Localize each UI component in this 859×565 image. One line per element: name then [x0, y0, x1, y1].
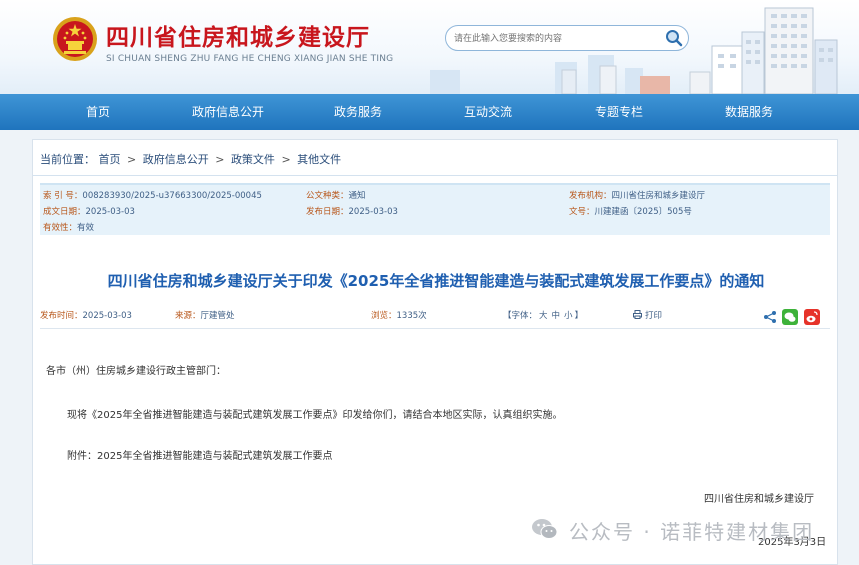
document-metadata: 索 引 号：008283930/2025-u37663300/2025-0004…	[40, 183, 830, 235]
meta-index: 索 引 号：008283930/2025-u37663300/2025-0004…	[43, 189, 262, 201]
publish-time-value: 2025-03-03	[82, 311, 132, 321]
meta-docno: 文号：川建建函〔2025〕505号	[569, 205, 692, 217]
publish-time-label: 发布时间：	[40, 311, 83, 321]
meta-published-value: 2025-03-03	[348, 207, 398, 217]
main-nav: 首页 政府信息公开 政务服务 互动交流 专题专栏 数据服务	[0, 94, 859, 130]
breadcrumb-label: 当前位置：	[40, 153, 95, 166]
source-value: 厅建管处	[200, 311, 235, 321]
font-size-controls: 【字体：大中小】	[503, 309, 583, 321]
weibo-share-icon[interactable]	[804, 309, 820, 325]
meta-index-value: 008283930/2025-u37663300/2025-00045	[82, 191, 262, 201]
font-size-small-button[interactable]: 小	[564, 311, 573, 321]
breadcrumb-gov-info[interactable]: 政府信息公开	[143, 153, 209, 166]
national-emblem-icon	[53, 17, 97, 61]
meta-docno-label: 文号：	[569, 207, 595, 217]
nav-item-gov-info[interactable]: 政府信息公开	[180, 94, 276, 130]
site-title: 四川省住房和城乡建设厅	[106, 24, 370, 51]
search-box	[445, 25, 689, 51]
search-input[interactable]	[454, 30, 664, 47]
view-count: 浏览：1335次	[371, 309, 427, 321]
font-size-end: 】	[574, 311, 584, 321]
nav-item-interaction[interactable]: 互动交流	[452, 94, 524, 130]
font-size-label: 【字体：	[503, 311, 538, 321]
breadcrumb-separator: >	[215, 153, 225, 166]
wechat-share-icon[interactable]	[782, 309, 798, 325]
meta-issuer-value: 四川省住房和城乡建设厅	[611, 191, 706, 201]
breadcrumb-policy-docs[interactable]: 政策文件	[231, 153, 275, 166]
printer-icon	[633, 310, 642, 319]
document-title: 四川省住房和城乡建设厅关于印发《2025年全省推进智能建造与装配式建筑发展工作要…	[107, 272, 765, 290]
meta-created-value: 2025-03-03	[85, 207, 135, 217]
publish-time: 发布时间：2025-03-03	[40, 309, 132, 321]
watermark-text: 公众号 · 诺菲特建材集团	[569, 520, 815, 544]
content-panel: 当前位置： 首页 > 政府信息公开 > 政策文件 > 其他文件 索 引 号：00…	[32, 139, 838, 565]
divider	[40, 328, 830, 329]
meta-issuer-label: 发布机构：	[569, 191, 612, 201]
meta-published: 发布日期：2025-03-03	[306, 205, 398, 217]
print-label: 打印	[645, 311, 663, 321]
nav-item-home[interactable]: 首页	[66, 94, 130, 130]
paragraph: 现将《2025年全省推进智能建造与装配式建筑发展工作要点》印发给你们，请结合本地…	[67, 410, 563, 421]
meta-created-label: 成文日期：	[43, 207, 86, 217]
meta-issuer: 发布机构：四川省住房和城乡建设厅	[569, 189, 705, 201]
source-label: 来源：	[175, 311, 201, 321]
print-button[interactable]: 打印	[633, 309, 662, 321]
meta-validity-label: 有效性：	[43, 223, 78, 233]
divider	[33, 175, 837, 176]
meta-type-value: 通知	[348, 191, 366, 201]
site-subtitle: SI CHUAN SHENG ZHU FANG HE CHENG XIANG J…	[106, 54, 394, 64]
breadcrumb-other-docs[interactable]: 其他文件	[297, 153, 341, 166]
signature: 四川省住房和城乡建设厅	[704, 494, 814, 505]
nav-item-gov-services[interactable]: 政务服务	[322, 94, 394, 130]
meta-type-label: 公文种类：	[306, 191, 349, 201]
meta-validity-value: 有效	[77, 223, 95, 233]
breadcrumb-separator: >	[281, 153, 291, 166]
source: 来源：厅建管处	[175, 309, 235, 321]
font-size-medium-button[interactable]: 中	[552, 311, 561, 321]
nav-item-data-services[interactable]: 数据服务	[713, 94, 785, 130]
views-value: 1335次	[396, 311, 427, 321]
meta-index-label: 索 引 号：	[43, 191, 83, 201]
views-label: 浏览：	[371, 311, 397, 321]
breadcrumb-home[interactable]: 首页	[99, 153, 121, 166]
meta-validity: 有效性：有效	[43, 221, 94, 233]
font-size-large-button[interactable]: 大	[539, 311, 548, 321]
meta-published-label: 发布日期：	[306, 207, 349, 217]
meta-type: 公文种类：通知	[306, 189, 366, 201]
site-header: 四川省住房和城乡建设厅 SI CHUAN SHENG ZHU FANG HE C…	[0, 0, 859, 94]
share-icon[interactable]	[762, 309, 778, 325]
meta-docno-value: 川建建函〔2025〕505号	[594, 207, 692, 217]
breadcrumb-separator: >	[127, 153, 137, 166]
wechat-official-account-icon	[532, 519, 558, 539]
nav-item-topics[interactable]: 专题专栏	[583, 94, 655, 130]
meta-created: 成文日期：2025-03-03	[43, 205, 135, 217]
breadcrumb: 当前位置： 首页 > 政府信息公开 > 政策文件 > 其他文件	[40, 151, 341, 167]
attachment: 附件：2025年全省推进智能建造与装配式建筑发展工作要点	[67, 451, 333, 462]
greeting: 各市（州）住房城乡建设行政主管部门：	[46, 366, 226, 377]
search-icon[interactable]	[664, 28, 684, 48]
